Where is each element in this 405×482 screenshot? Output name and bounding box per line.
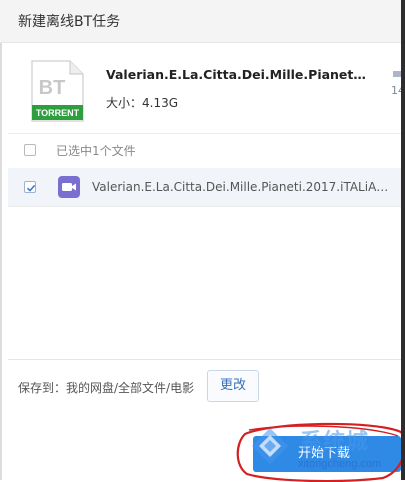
- watermark-logo-icon: [252, 428, 288, 464]
- file-checkbox[interactable]: [24, 181, 36, 193]
- torrent-icon-label: BT: [39, 77, 66, 99]
- footer-divider: [8, 359, 401, 360]
- selection-summary: 已选中1个文件: [56, 144, 136, 158]
- dialog-header: 新建离线BT任务: [0, 0, 405, 43]
- torrent-icon-badge: TORRENT: [36, 108, 80, 118]
- watermark-brand: 系统城: [300, 430, 370, 455]
- size-value: 4.13G: [142, 96, 179, 110]
- torrent-size: 大小：4.13G: [106, 94, 178, 111]
- clipped-progress-bar: [393, 71, 401, 77]
- save-path: 我的网盘/全部文件/电影: [66, 381, 195, 395]
- torrent-name: Valerian.E.La.Citta.Dei.Mille.Pianeti.20…: [106, 67, 368, 82]
- torrent-file-icon: BT TORRENT: [31, 60, 84, 122]
- file-name: Valerian.E.La.Citta.Dei.Mille.Pianeti.20…: [92, 180, 392, 194]
- save-to-label: 保存到：: [18, 381, 67, 395]
- change-location-button[interactable]: 更改: [207, 370, 259, 402]
- select-all-checkbox[interactable]: [24, 144, 36, 156]
- size-label: 大小：: [106, 96, 143, 110]
- video-file-icon: [58, 176, 80, 198]
- divider: [8, 133, 401, 134]
- dialog-title: 新建离线BT任务: [18, 14, 121, 30]
- checkmark-icon: [26, 184, 36, 192]
- window-border-right: [401, 0, 405, 480]
- divider: [8, 206, 401, 207]
- save-location: 保存到：我的网盘/全部文件/电影: [18, 379, 194, 396]
- watermark-domain: xitongcheng.com: [298, 458, 382, 470]
- window-border-left: [0, 0, 2, 480]
